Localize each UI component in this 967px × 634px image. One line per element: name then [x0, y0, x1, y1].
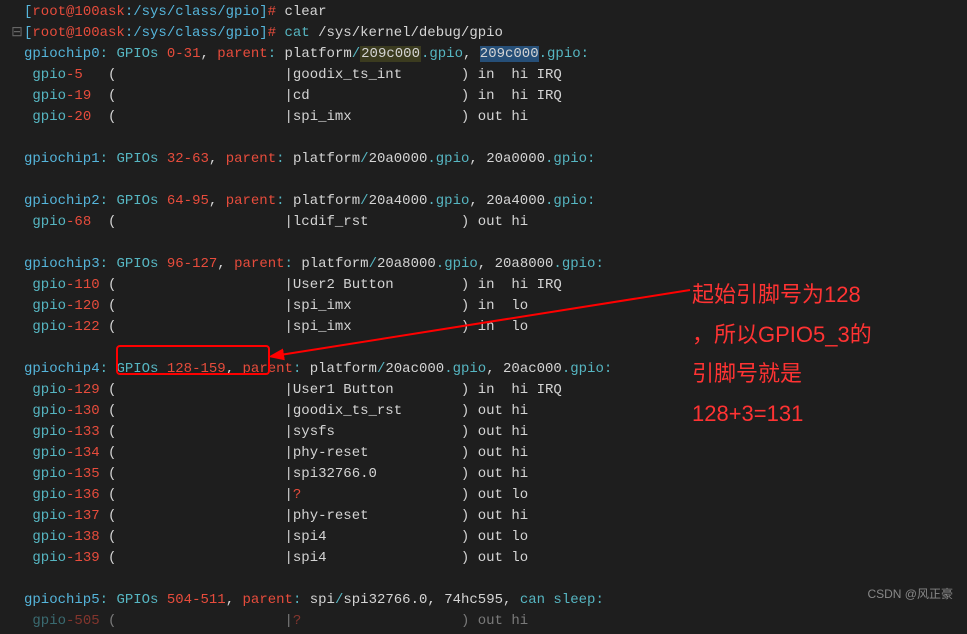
- gpio-line: gpio-138 ( |spi4 ) out lo: [10, 527, 967, 548]
- gpio-line: gpio-130 ( |goodix_ts_rst ) out hi: [10, 401, 967, 422]
- gpiochip-header: gpiochip3: GPIOs 96-127, parent: platfor…: [10, 254, 967, 275]
- gpio-line: gpio-20 ( |spi_imx ) out hi: [10, 107, 967, 128]
- gpio-line: gpio-68 ( |lcdif_rst ) out hi: [10, 212, 967, 233]
- gpiochip-header: gpiochip2: GPIOs 64-95, parent: platform…: [10, 191, 967, 212]
- terminal-output: [root@100ask:/sys/class/gpio]# clear ⊟[r…: [0, 0, 967, 634]
- gpio-line: gpio-129 ( |User1 Button ) in hi IRQ: [10, 380, 967, 401]
- gpio-line: gpio-137 ( |phy-reset ) out hi: [10, 506, 967, 527]
- gpio-line: gpio-120 ( |spi_imx ) in lo: [10, 296, 967, 317]
- gpio-line: gpio-122 ( |spi_imx ) in lo: [10, 317, 967, 338]
- prompt-line-clear: [root@100ask:/sys/class/gpio]# clear: [10, 2, 967, 23]
- gpiochip-header: gpiochip1: GPIOs 32-63, parent: platform…: [10, 149, 967, 170]
- gpiochip-header: gpiochip0: GPIOs 0-31, parent: platform/…: [10, 44, 967, 65]
- gpiochip-header: gpiochip4: GPIOs 128-159, parent: platfo…: [10, 359, 967, 380]
- blank-line: [10, 338, 967, 359]
- gpiochip5-header: gpiochip5: GPIOs 504-511, parent: spi/sp…: [10, 590, 967, 611]
- gpio-line: gpio-134 ( |phy-reset ) out hi: [10, 443, 967, 464]
- watermark: CSDN @风正豪: [867, 585, 953, 603]
- gpio-line: gpio-139 ( |spi4 ) out lo: [10, 548, 967, 569]
- gpio-line-505: gpio-505 ( |? ) out hi: [10, 611, 967, 632]
- blank-line: [10, 128, 967, 149]
- prompt-line-cat: ⊟[root@100ask:/sys/class/gpio]# cat /sys…: [10, 23, 967, 44]
- gpio-line: gpio-5 ( |goodix_ts_int ) in hi IRQ: [10, 65, 967, 86]
- gpio-line: gpio-110 ( |User2 Button ) in hi IRQ: [10, 275, 967, 296]
- blank-line: [10, 569, 967, 590]
- blank-line: [10, 233, 967, 254]
- gpio-line: gpio-136 ( |? ) out lo: [10, 485, 967, 506]
- gpio-line: gpio-135 ( |spi32766.0 ) out hi: [10, 464, 967, 485]
- gpio-line: gpio-133 ( |sysfs ) out hi: [10, 422, 967, 443]
- blank-line: [10, 170, 967, 191]
- gpio-line: gpio-19 ( |cd ) in hi IRQ: [10, 86, 967, 107]
